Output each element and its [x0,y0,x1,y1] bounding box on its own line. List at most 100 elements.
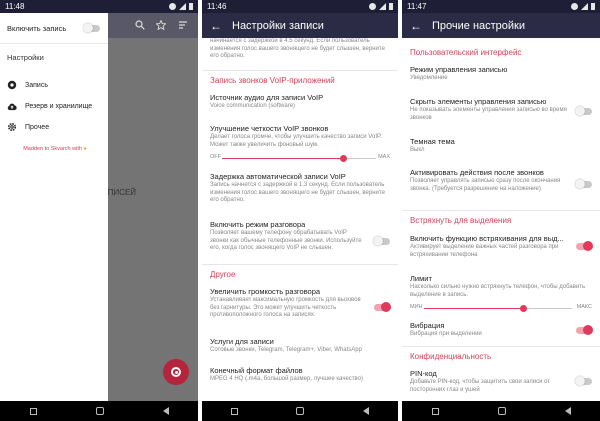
recents-icon[interactable] [431,407,439,415]
notification-icon [369,3,376,10]
record-fab-button[interactable] [163,359,189,385]
cloud-icon [7,101,17,111]
drawer-item-backup[interactable]: Резерв и хранилище [7,100,103,112]
item-title: Конечный формат файлов [210,366,303,375]
item-subtitle: Активирует выделение важных частей разго… [410,244,559,258]
home-icon[interactable] [296,407,305,415]
item-title: Включить функцию встряхивания для выд... [410,234,564,243]
item-subtitle: Позволяет управлять записью сразу после … [410,178,561,192]
arrow-back-icon[interactable]: ← [210,19,232,33]
clarity-slider[interactable]: OFF MAX [210,154,390,162]
item-title: Увеличить громкость разговора [210,287,321,296]
slider-thumb[interactable] [519,305,527,312]
after-call-actions[interactable]: Активировать действия после звонков Позв… [410,168,592,193]
item-subtitle: Делает голоса громче, чтобы улучшить кач… [210,134,382,148]
item-subtitle: Voice communication (software) [210,103,296,109]
conversation-mode-toggle[interactable] [373,236,390,246]
sort-icon[interactable] [178,20,188,33]
star-icon[interactable] [155,19,167,33]
notification-icon [571,3,578,10]
item-title: Режим управления записью [410,65,508,74]
dark-theme[interactable]: Темная тема Выкл [410,137,592,155]
signal-icon [179,3,186,10]
section-header-voip: Запись звонков VoIP-приложений [210,76,335,85]
mic-icon [7,80,17,90]
item-title: Услуги для записи [210,337,274,346]
voip-clarity[interactable]: Улучшение четкости VoIP звонков Делает г… [210,124,390,149]
record-services[interactable]: Услуги для записи Сотовые звонки, Telegr… [210,337,390,355]
item-title: PIN-код [410,369,437,378]
partial-item: начинается с задержкой в 4.5 секунд. Есл… [210,38,390,61]
system-nav-bar [0,401,198,421]
status-bar: 11:47 [402,0,600,13]
search-icon[interactable] [135,20,145,33]
item-subtitle: Позволяет вашему телефону обрабатывать V… [210,230,362,251]
control-mode[interactable]: Режим управления записью Уведомление [410,65,592,83]
pin-toggle[interactable] [575,376,592,386]
home-icon[interactable] [95,407,104,415]
hide-controls-toggle[interactable] [575,106,592,116]
back-icon[interactable] [564,407,571,415]
slider-fill [424,308,524,309]
hide-controls[interactable]: Скрыть элементы управления записью Не по… [410,97,592,122]
slider-fill [222,158,344,159]
arrow-back-icon[interactable]: ← [410,19,432,33]
drawer-item-label: Резерв и хранилище [25,102,93,110]
signal-icon [379,3,386,10]
increase-volume[interactable]: Увеличить громкость разговора Устанавлив… [210,287,391,320]
item-title: Улучшение четкости VoIP звонков [210,124,329,133]
conversation-mode[interactable]: Включить режим разговора Позволяет вашем… [210,220,390,253]
settings-list: начинается с задержкой в 4.5 секунд. Есл… [202,38,398,401]
voip-delay[interactable]: Задержка автоматической записи VoIP Запи… [210,172,390,205]
phone-screen-other-settings: 11:47 ← Прочие настройки Пользовательски… [402,0,600,421]
vibration-toggle[interactable] [576,325,593,335]
divider [202,70,398,71]
item-subtitle: начинается с задержкой в 4.5 секунд. Есл… [210,38,385,59]
divider [402,210,600,211]
item-subtitle: Устанавливает максимальную громкость для… [210,297,361,318]
slider-thumb[interactable] [340,155,348,162]
slider-off-label: OFF [210,154,221,160]
file-format[interactable]: Конечный формат файлов MPEG 4 HQ (.m4a, … [210,366,390,384]
voip-audio-source[interactable]: Источник аудио для записи VoIP Voice com… [210,93,390,111]
drawer-credit: Madden to Skvarch with ● [6,146,104,152]
heart-icon: ● [83,146,87,152]
shake-to-highlight[interactable]: Включить функцию встряхивания для выд...… [410,234,593,259]
credit-text: Madden to Skvarch with [23,146,82,152]
slider-min-label: МИН [410,304,423,310]
after-calls-toggle[interactable] [575,179,592,189]
recents-icon[interactable] [29,407,37,415]
drawer-item-other[interactable]: Прочее [7,121,103,133]
drawer-item-record[interactable]: Запись [7,79,103,91]
item-subtitle: Не показывать элементы управления запись… [410,107,567,121]
item-title: Темная тема [410,137,455,146]
recents-icon[interactable] [231,407,239,415]
status-time: 11:48 [5,2,25,11]
shake-limit[interactable]: Лимит Насколько сильно нужно встряхнуть … [410,274,592,299]
system-nav-bar [202,401,398,421]
section-header-shake: Встряхнуть для выделения [410,216,512,225]
limit-slider[interactable]: МИН МАКС [410,304,592,312]
battery-icon [591,3,595,10]
battery-icon [389,3,393,10]
drawer-section-title: Настройки [7,53,44,62]
home-icon[interactable] [497,407,506,415]
app-bar: ← Прочие настройки [402,13,600,38]
slider-track [424,305,572,312]
back-icon[interactable] [362,407,369,415]
vibration[interactable]: Вибрация Вибрация при выделении [410,321,593,339]
back-icon[interactable] [162,407,169,415]
slider-track [222,155,376,162]
item-subtitle: Сотовые звонки, Telegram, Telegram+, Vib… [210,347,362,353]
item-subtitle: Уведомление [410,75,448,81]
record-toggle[interactable] [83,23,100,33]
status-time: 11:46 [207,2,227,11]
system-nav-bar [402,401,600,421]
drawer-item-label: Прочее [25,123,50,131]
divider [402,346,600,347]
pin-code[interactable]: PIN-код Добавьте PIN-код, чтобы защитить… [410,369,592,394]
shake-toggle[interactable] [576,241,593,251]
battery-icon [189,3,193,10]
volume-toggle[interactable] [374,302,391,312]
status-time: 11:47 [407,2,427,11]
